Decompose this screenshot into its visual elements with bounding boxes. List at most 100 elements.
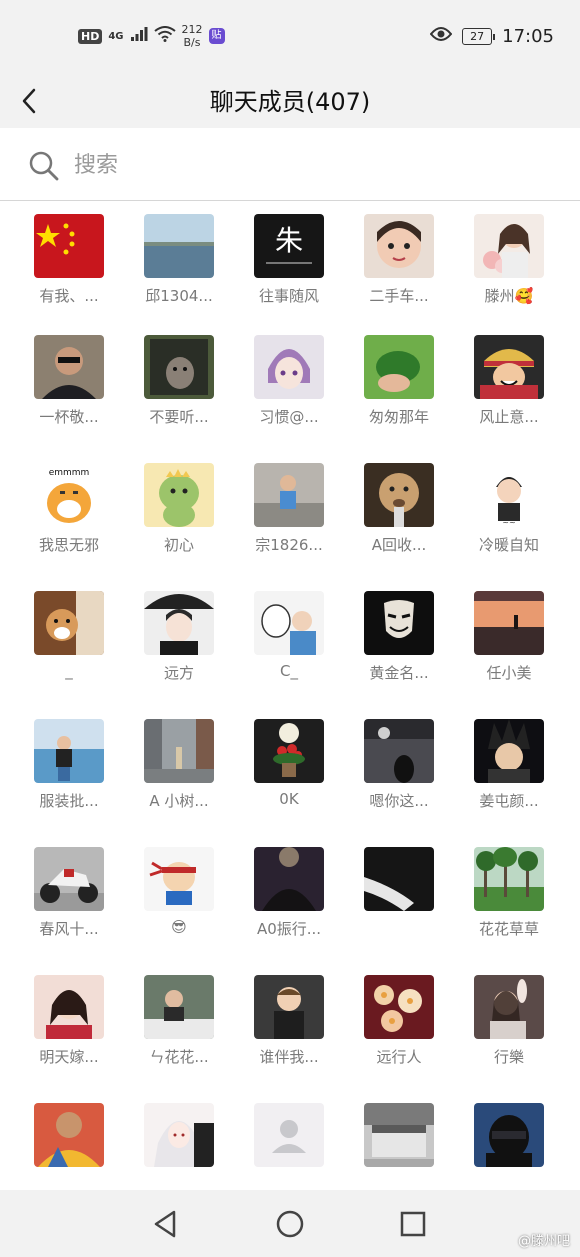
member-item[interactable]: C_ xyxy=(240,591,350,701)
member-avatar[interactable] xyxy=(364,847,434,911)
member-name: 明天嫁... xyxy=(39,1048,99,1066)
member-item[interactable]: 黄金名... xyxy=(350,591,460,701)
member-item[interactable]: 行樂 xyxy=(460,975,570,1085)
member-avatar[interactable] xyxy=(364,463,434,527)
member-avatar[interactable] xyxy=(474,719,544,783)
member-avatar[interactable] xyxy=(144,1103,214,1167)
member-avatar[interactable]: emmmm xyxy=(34,463,104,527)
member-name: A回收... xyxy=(371,536,427,554)
member-item[interactable]: emmmm 我思无邪 xyxy=(20,463,130,573)
member-item[interactable]: ㄣ花花... xyxy=(130,975,240,1085)
member-item[interactable]: 😎 xyxy=(130,847,240,957)
member-avatar[interactable] xyxy=(254,719,324,783)
recents-square-icon[interactable] xyxy=(395,1206,431,1242)
member-name: 谁伴我... xyxy=(259,1048,319,1066)
member-item[interactable]: 邱1304... xyxy=(130,214,240,324)
member-avatar[interactable] xyxy=(34,214,104,278)
member-avatar[interactable] xyxy=(474,975,544,1039)
member-item[interactable]: 谁伴我... xyxy=(240,975,350,1085)
member-avatar[interactable] xyxy=(144,847,214,911)
search-bar xyxy=(0,128,580,201)
member-avatar[interactable] xyxy=(474,335,544,399)
member-item[interactable]: _ xyxy=(20,591,130,701)
member-name: 往事随风 xyxy=(258,287,319,305)
member-item[interactable]: 匆匆那年 xyxy=(350,335,460,445)
member-item[interactable]: 春风十... xyxy=(20,847,130,957)
member-avatar[interactable] xyxy=(144,214,214,278)
member-avatar[interactable] xyxy=(34,591,104,655)
member-item[interactable] xyxy=(240,1103,350,1189)
member-avatar[interactable] xyxy=(364,335,434,399)
home-circle-icon[interactable] xyxy=(272,1206,308,1242)
member-item[interactable]: 姜屯颜... xyxy=(460,719,570,829)
member-avatar[interactable] xyxy=(144,463,214,527)
member-item[interactable] xyxy=(20,1103,130,1189)
member-name: 黄金名... xyxy=(369,664,429,682)
member-item[interactable] xyxy=(350,1103,460,1189)
member-avatar[interactable] xyxy=(34,335,104,399)
member-item[interactable]: 滕州🥰 xyxy=(460,214,570,324)
hd-badge: HD xyxy=(78,28,103,44)
eye-icon xyxy=(429,26,453,46)
member-avatar[interactable] xyxy=(34,975,104,1039)
member-item[interactable]: A回收... xyxy=(350,463,460,573)
member-avatar[interactable] xyxy=(474,1103,544,1167)
member-avatar[interactable] xyxy=(34,1103,104,1167)
member-name: A0振行... xyxy=(256,920,322,938)
member-name: 宗1826... xyxy=(255,536,323,554)
member-avatar[interactable] xyxy=(144,719,214,783)
member-avatar[interactable] xyxy=(254,335,324,399)
member-avatar[interactable] xyxy=(254,1103,324,1167)
member-item[interactable]: 明天嫁... xyxy=(20,975,130,1085)
member-item[interactable]: 初心 xyxy=(130,463,240,573)
member-item[interactable]: 风止意... xyxy=(460,335,570,445)
page-title: 聊天成员(407) xyxy=(209,88,371,116)
member-avatar[interactable] xyxy=(144,335,214,399)
member-item[interactable]: 二手车... xyxy=(350,214,460,324)
member-item[interactable]: 有我、... xyxy=(20,214,130,324)
member-name: 初心 xyxy=(163,536,194,554)
member-item[interactable]: 习惯@... xyxy=(240,335,350,445)
member-avatar[interactable] xyxy=(364,1103,434,1167)
member-avatar[interactable] xyxy=(474,214,544,278)
member-item[interactable]: 宗1826... xyxy=(240,463,350,573)
member-avatar[interactable]: 朱 xyxy=(254,214,324,278)
member-name: 二手车... xyxy=(369,287,429,305)
member-item[interactable] xyxy=(350,847,460,957)
member-avatar[interactable] xyxy=(254,591,324,655)
member-avatar[interactable] xyxy=(254,463,324,527)
member-item[interactable]: 远行人 xyxy=(350,975,460,1085)
member-avatar[interactable] xyxy=(254,847,324,911)
member-avatar[interactable] xyxy=(34,719,104,783)
member-item[interactable]: 服装批... xyxy=(20,719,130,829)
member-avatar[interactable] xyxy=(364,719,434,783)
member-item[interactable]: A0振行... xyxy=(240,847,350,957)
member-avatar[interactable] xyxy=(144,591,214,655)
member-item[interactable]: 一杯敬... xyxy=(20,335,130,445)
member-avatar[interactable] xyxy=(364,975,434,1039)
member-avatar[interactable] xyxy=(364,591,434,655)
member-item[interactable]: 0K xyxy=(240,719,350,829)
member-name: 我思无邪 xyxy=(38,536,99,554)
member-item[interactable]: 任小美 xyxy=(460,591,570,701)
member-item[interactable]: 花花草草 xyxy=(460,847,570,957)
member-avatar[interactable]: ~~ xyxy=(474,463,544,527)
member-avatar[interactable] xyxy=(364,214,434,278)
member-item[interactable] xyxy=(130,1103,240,1189)
member-avatar[interactable] xyxy=(34,847,104,911)
member-item[interactable]: 朱往事随风 xyxy=(240,214,350,324)
member-item[interactable]: 嗯你这... xyxy=(350,719,460,829)
member-item[interactable]: 远方 xyxy=(130,591,240,701)
member-avatar[interactable] xyxy=(474,847,544,911)
member-avatar[interactable] xyxy=(474,591,544,655)
member-avatar[interactable] xyxy=(254,975,324,1039)
member-item[interactable]: ~~ 冷暖自知 xyxy=(460,463,570,573)
back-triangle-icon[interactable] xyxy=(148,1206,184,1242)
speed-value: 212 xyxy=(181,23,203,36)
search-input[interactable] xyxy=(72,146,556,184)
member-avatar[interactable] xyxy=(144,975,214,1039)
member-item[interactable] xyxy=(460,1103,570,1189)
member-item[interactable]: A 小树... xyxy=(130,719,240,829)
member-item[interactable]: 不要听... xyxy=(130,335,240,445)
member-name: 冷暖自知 xyxy=(478,536,539,554)
